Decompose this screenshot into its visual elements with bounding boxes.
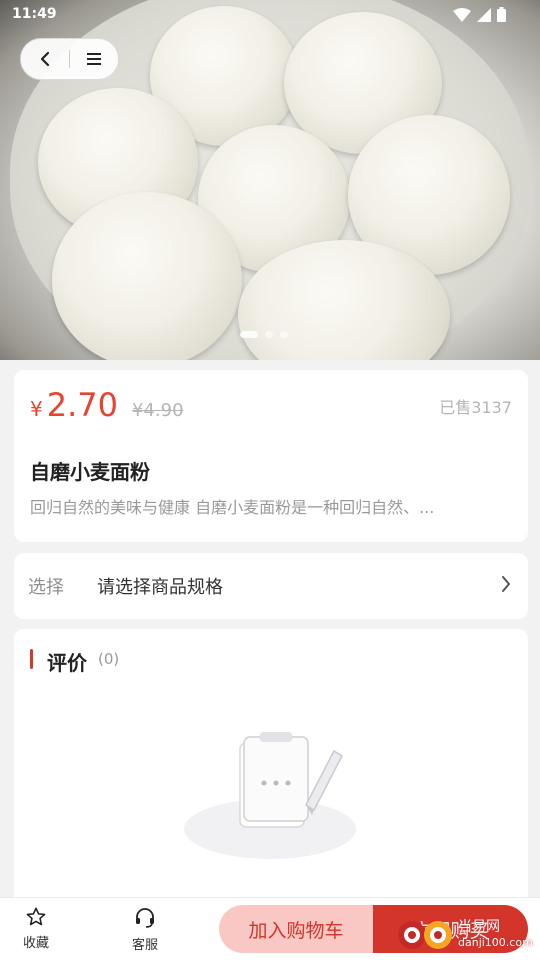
customer-service-button[interactable]: 客服 xyxy=(115,906,175,953)
product-info-card: ¥ 2.70 ¥4.90 已售3137 自磨小麦面粉 回归自然的美味与健康 自磨… xyxy=(14,370,528,542)
reviews-title: 评价 xyxy=(47,651,87,675)
battery-icon xyxy=(497,7,506,22)
headset-icon xyxy=(136,908,154,928)
spec-value: 请选择商品规格 xyxy=(97,577,223,598)
watermark-line1: 当易网 xyxy=(458,919,500,935)
bun xyxy=(52,192,242,360)
section-accent-bar xyxy=(30,649,33,669)
watermark-line2: danji100.com xyxy=(458,936,533,949)
price-row: ¥ 2.70 ¥4.90 xyxy=(30,386,184,424)
empty-reviews-illustration xyxy=(184,732,356,859)
nav-capsule xyxy=(20,38,119,80)
status-icons xyxy=(453,7,506,22)
reviews-section: 评价 (0) xyxy=(14,629,528,929)
add-to-cart-button[interactable]: 加入购物车 xyxy=(219,905,373,953)
currency-symbol: ¥ xyxy=(30,397,43,421)
reviews-count: (0) xyxy=(98,650,120,668)
spec-selector[interactable]: 选择 请选择商品规格 xyxy=(14,553,528,619)
favorite-button[interactable]: 收藏 xyxy=(6,906,66,951)
favorite-label: 收藏 xyxy=(22,936,49,951)
carousel-dot xyxy=(265,331,273,338)
carousel-indicator xyxy=(240,331,288,338)
spec-label: 选择 xyxy=(28,577,64,598)
carousel-dot-active xyxy=(240,331,258,338)
original-price: ¥4.90 xyxy=(131,400,184,421)
wifi-icon xyxy=(453,7,471,22)
sale-price: 2.70 xyxy=(46,386,118,424)
status-time: 11:49 xyxy=(12,6,57,22)
star-icon xyxy=(26,907,46,926)
back-button[interactable] xyxy=(21,38,69,80)
chevron-right-icon xyxy=(502,576,510,592)
status-bar: 11:49 xyxy=(0,0,540,30)
menu-icon xyxy=(87,53,101,65)
product-detail-page: 11:49 ¥ 2.70 ¥4.90 已售3137 自磨小麦面粉 回归自然的美味… xyxy=(0,0,540,960)
sold-count: 已售3137 xyxy=(439,398,512,417)
menu-button[interactable] xyxy=(70,38,118,80)
signal-icon xyxy=(477,7,491,22)
watermark-logo xyxy=(398,921,452,949)
product-title: 自磨小麦面粉 xyxy=(30,460,150,484)
product-description: 回归自然的美味与健康 自磨小麦面粉是一种回归自然、... xyxy=(30,498,435,517)
site-watermark: 当易网 danji100.com xyxy=(396,918,533,952)
chevron-left-icon xyxy=(40,51,50,67)
carousel-dot xyxy=(280,331,288,338)
service-label: 客服 xyxy=(131,938,158,953)
